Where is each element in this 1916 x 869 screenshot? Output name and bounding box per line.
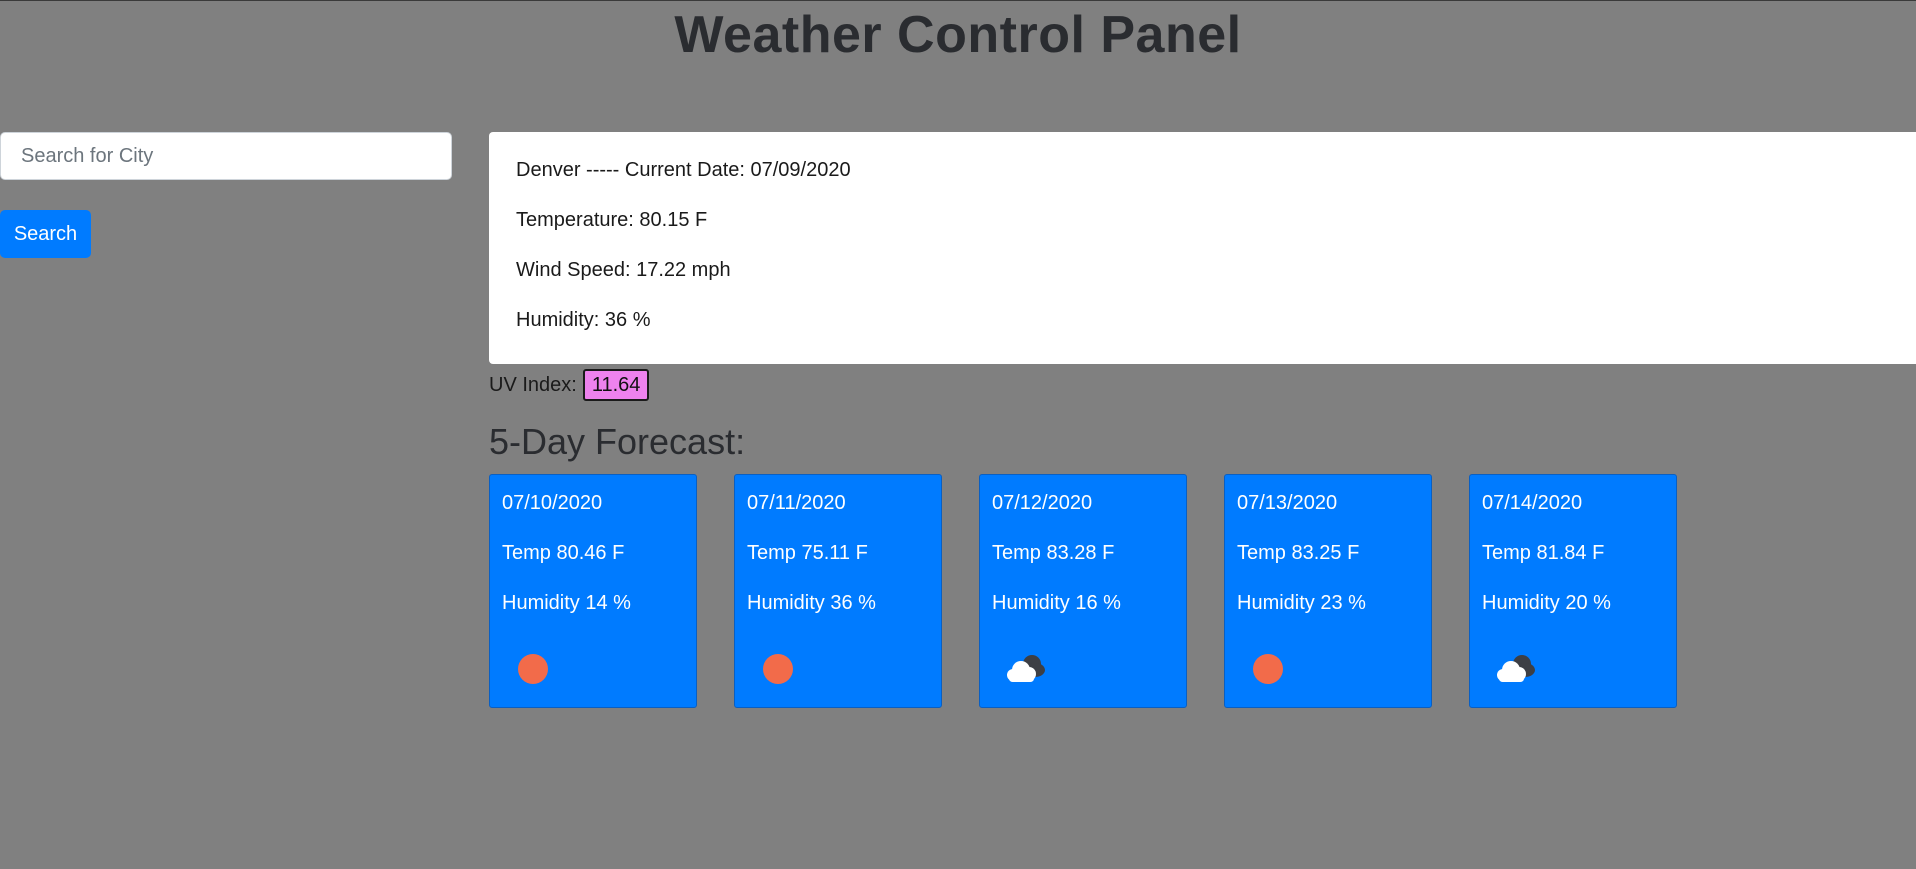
current-wind-speed: Wind Speed: 17.22 mph	[516, 259, 731, 281]
current-weather-card: Denver ----- Current Date: 07/09/2020 Te…	[489, 132, 1916, 364]
forecast-temp: Temp 83.25 F	[1237, 542, 1360, 564]
forecast-date: 07/14/2020	[1482, 492, 1583, 514]
forecast-date: 07/11/2020	[747, 492, 846, 514]
forecast-card: 07/13/2020 Temp 83.25 F Humidity 23 %	[1224, 474, 1432, 708]
forecast-title: 5-Day Forecast:	[489, 421, 746, 462]
forecast-humidity: Humidity 20 %	[1482, 592, 1611, 614]
forecast-list: 07/10/2020 Temp 80.46 F Humidity 14 % 07…	[489, 474, 1677, 708]
forecast-date: 07/12/2020	[992, 492, 1093, 514]
current-city-date: Denver ----- Current Date: 07/09/2020	[516, 159, 851, 181]
forecast-temp: Temp 81.84 F	[1482, 542, 1605, 564]
sun-icon	[763, 654, 793, 684]
forecast-humidity: Humidity 23 %	[1237, 592, 1366, 614]
uv-index-badge: 11.64	[582, 369, 650, 401]
forecast-humidity: Humidity 14 %	[502, 592, 631, 614]
cloud-icon	[1497, 655, 1535, 682]
search-button[interactable]: Search	[0, 210, 91, 258]
forecast-card: 07/10/2020 Temp 80.46 F Humidity 14 %	[489, 474, 697, 708]
uv-index-row: UV Index: 11.64	[489, 368, 650, 402]
forecast-temp: Temp 75.11 F	[747, 542, 868, 564]
current-temperature: Temperature: 80.15 F	[516, 209, 708, 231]
page-title: Weather Control Panel	[674, 6, 1242, 64]
sun-icon	[1253, 654, 1283, 684]
forecast-temp: Temp 80.46 F	[502, 542, 625, 564]
cloud-icon	[1007, 655, 1045, 682]
forecast-date: 07/10/2020	[502, 492, 603, 514]
forecast-humidity: Humidity 36 %	[747, 592, 876, 614]
forecast-temp: Temp 83.28 F	[992, 542, 1115, 564]
uv-index-label: UV Index:	[489, 373, 577, 396]
search-input[interactable]	[0, 132, 452, 180]
forecast-card: 07/14/2020 Temp 81.84 F Humidity 20 %	[1469, 474, 1677, 708]
forecast-date: 07/13/2020	[1237, 492, 1338, 514]
sun-icon	[518, 654, 548, 684]
forecast-card: 07/12/2020 Temp 83.28 F Humidity 16 %	[979, 474, 1187, 708]
current-humidity: Humidity: 36 %	[516, 309, 651, 331]
forecast-card: 07/11/2020 Temp 75.11 F Humidity 36 %	[734, 474, 942, 708]
forecast-humidity: Humidity 16 %	[992, 592, 1121, 614]
